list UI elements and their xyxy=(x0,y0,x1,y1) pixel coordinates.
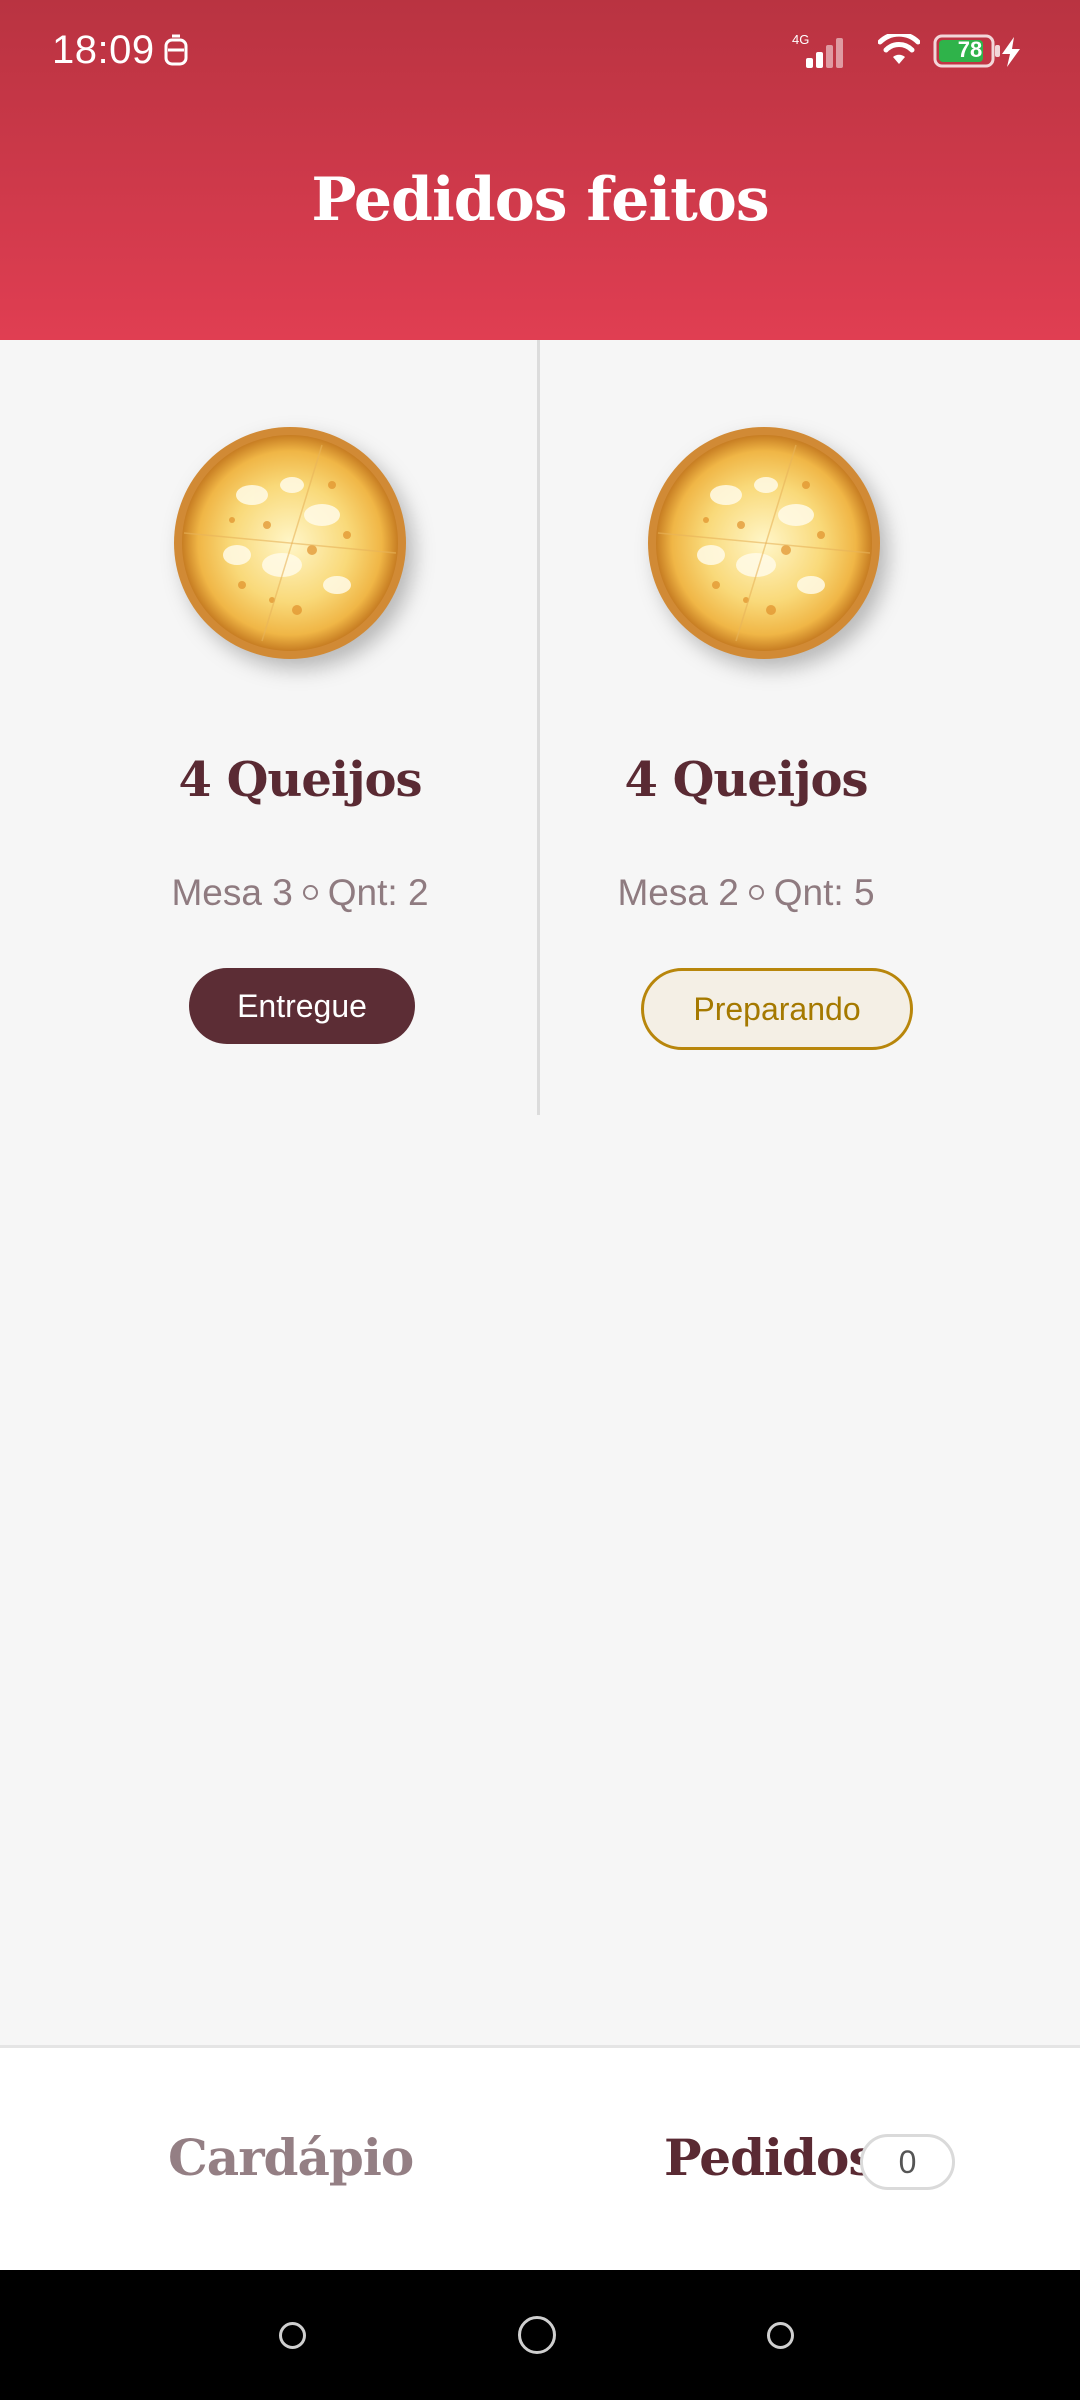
pizza-image xyxy=(174,427,406,659)
signal-4g-icon: 4G xyxy=(792,32,843,68)
system-back-button[interactable] xyxy=(279,2322,306,2349)
page-title: Pedidos feitos xyxy=(311,165,769,235)
order-table: Mesa 3 xyxy=(171,872,293,913)
nav-tab-pedidos[interactable]: Pedidos xyxy=(664,2128,876,2187)
separator-dot-icon xyxy=(748,884,764,900)
app-header: 18:09 4G 78 Pedidos feitos xyxy=(0,0,1080,340)
charging-icon xyxy=(1002,37,1020,67)
order-status-button[interactable]: Entregue xyxy=(189,968,415,1044)
system-home-button[interactable] xyxy=(518,2316,556,2354)
order-name: 4 Queijos xyxy=(624,752,869,808)
orders-count-badge: 0 xyxy=(860,2134,955,2190)
order-meta: Mesa 2 Qnt: 5 xyxy=(476,872,1016,914)
system-recents-button[interactable] xyxy=(767,2322,794,2349)
nav-tab-cardapio[interactable]: Cardápio xyxy=(168,2128,414,2187)
order-card: 4 Queijos Mesa 3 Qnt: 2 Entregue xyxy=(0,340,540,1115)
separator-dot-icon xyxy=(302,884,318,900)
order-status-button[interactable]: Preparando xyxy=(641,968,913,1050)
orders-grid: 4 Queijos Mesa 3 Qnt: 2 Entregue 4 Queij… xyxy=(0,340,1080,1115)
battery-level: 78 xyxy=(957,37,983,62)
app-notification-icon xyxy=(164,34,188,66)
bottom-nav: Cardápio Pedidos 0 xyxy=(0,2045,1080,2270)
order-quantity: Qnt: 2 xyxy=(327,872,429,913)
pizza-image xyxy=(648,427,880,659)
order-card: 4 Queijos Mesa 2 Qnt: 5 Preparando xyxy=(540,340,1080,1115)
order-table: Mesa 2 xyxy=(617,872,739,913)
status-bar: 18:09 4G 78 xyxy=(0,0,1080,100)
status-time: 18:09 xyxy=(52,28,155,72)
system-nav-bar xyxy=(0,2270,1080,2400)
order-quantity: Qnt: 5 xyxy=(773,872,875,913)
wifi-icon xyxy=(878,34,920,64)
network-type: 4G xyxy=(792,32,809,47)
